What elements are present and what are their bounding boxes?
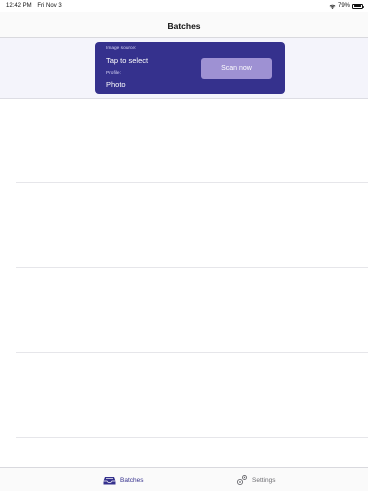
status-time: 12:42 PM (6, 3, 32, 9)
battery-icon (352, 3, 364, 9)
row-divider (16, 352, 368, 353)
list-item (0, 99, 368, 183)
status-date: Fri Nov 3 (37, 3, 62, 9)
scan-panel: Image source: Tap to select Profile: Pho… (95, 42, 285, 94)
navigation-bar: Batches (0, 12, 368, 38)
profile-label: Profile: (106, 71, 121, 76)
scan-now-button[interactable]: Scan now (201, 58, 272, 79)
row-divider (16, 182, 368, 183)
scan-header-area: Image source: Tap to select Profile: Pho… (0, 38, 368, 99)
row-divider (16, 437, 368, 438)
image-source-label: Image source: (106, 46, 137, 51)
battery-percent: 79% (337, 3, 350, 9)
tab-settings[interactable]: Settings (236, 468, 276, 491)
batch-list (0, 99, 368, 467)
battery-fill (353, 5, 361, 7)
status-right: 79% (329, 0, 364, 12)
profile-selector[interactable]: Photo (106, 80, 126, 89)
page-title: Batches (167, 21, 201, 31)
tab-bar: Batches Settings (0, 467, 368, 491)
list-item (0, 269, 368, 353)
image-source-selector[interactable]: Tap to select (106, 56, 148, 65)
tab-batches-label: Batches (120, 476, 144, 484)
list-item (0, 184, 368, 268)
list-item (0, 354, 368, 438)
gears-icon (236, 475, 247, 486)
tab-settings-label: Settings (252, 476, 276, 484)
status-left: 12:42 PM Fri Nov 3 (6, 0, 66, 12)
tray-icon (103, 476, 116, 484)
tab-batches[interactable]: Batches (103, 468, 144, 491)
status-bar: 12:42 PM Fri Nov 3 79% (0, 0, 368, 12)
wifi-icon (329, 4, 336, 9)
row-divider (16, 267, 368, 268)
